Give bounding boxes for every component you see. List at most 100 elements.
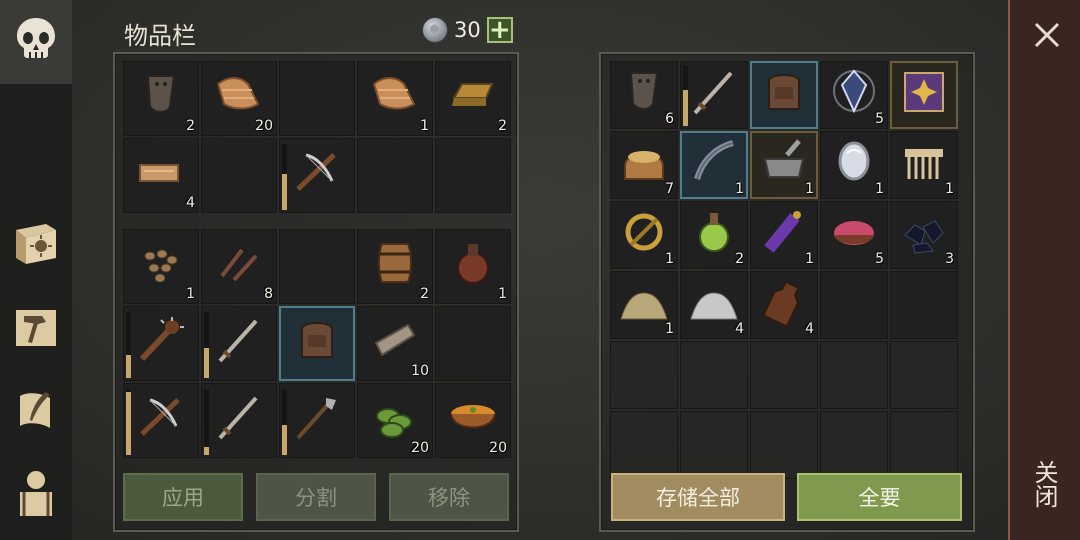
item-slot-ring[interactable]: 1 <box>610 201 678 269</box>
empty-slot[interactable] <box>750 411 818 479</box>
empty-slot[interactable] <box>680 411 748 479</box>
empty-slot[interactable] <box>201 138 277 213</box>
durability-fill <box>282 173 287 210</box>
item-slot-green-rings[interactable]: 20 <box>357 383 433 458</box>
sun-book-icon[interactable] <box>8 216 64 272</box>
scroll-quill-icon[interactable] <box>8 384 64 440</box>
remove-button[interactable]: 移除 <box>389 473 509 521</box>
item-quantity: 1 <box>665 251 674 267</box>
purple-potion-icon <box>757 205 811 263</box>
item-slot-green-potion[interactable]: 2 <box>680 201 748 269</box>
inventory-grid-bottom: 1 8 2 1 10 20 20 <box>123 229 511 458</box>
empty-slot[interactable] <box>357 138 433 213</box>
empty-slot[interactable] <box>610 411 678 479</box>
crossbow-icon <box>134 390 188 448</box>
item-slot-mirror[interactable]: 1 <box>820 131 888 199</box>
item-quantity: 20 <box>411 440 429 456</box>
item-slot-barrel[interactable]: 2 <box>357 229 433 304</box>
item-slot-sword[interactable] <box>680 61 748 129</box>
empty-slot[interactable] <box>435 306 511 381</box>
item-slot-meat-bowl[interactable]: 5 <box>820 201 888 269</box>
empty-slot[interactable] <box>890 341 958 409</box>
comb-icon <box>897 135 951 193</box>
backpack-item-icon <box>757 65 811 123</box>
item-slot-spellbook[interactable] <box>890 61 958 129</box>
item-slot-comb[interactable]: 1 <box>890 131 958 199</box>
spellbook-icon <box>897 65 951 123</box>
durability-fill <box>126 392 131 455</box>
item-slot-sword[interactable] <box>201 306 277 381</box>
item-slot-cloth-roll[interactable]: 20 <box>201 61 277 136</box>
close-panel[interactable]: 关闭 <box>1008 0 1080 540</box>
barrel-icon <box>368 236 422 294</box>
item-slot-backpack-item[interactable] <box>279 306 355 381</box>
item-slot-flask[interactable]: 1 <box>435 229 511 304</box>
coin-icon <box>422 17 448 43</box>
item-quantity: 1 <box>805 181 814 197</box>
empty-slot[interactable] <box>820 411 888 479</box>
item-slot-leather-pauldron[interactable]: 6 <box>610 61 678 129</box>
apply-button[interactable]: 应用 <box>123 473 243 521</box>
empty-slot[interactable] <box>680 341 748 409</box>
item-slot-sword[interactable] <box>201 383 277 458</box>
empty-slot[interactable] <box>610 341 678 409</box>
salt-pile-icon <box>687 275 741 333</box>
item-slot-backpack-item[interactable] <box>750 61 818 129</box>
mortar-icon <box>757 135 811 193</box>
item-quantity: 1 <box>945 181 954 197</box>
nails-icon <box>212 236 266 294</box>
currency-value: 30 <box>454 18 481 42</box>
item-slot-halberd[interactable] <box>279 383 355 458</box>
backpack-icon[interactable] <box>8 466 64 522</box>
empty-slot[interactable] <box>820 271 888 339</box>
item-slot-crystal[interactable]: 5 <box>820 61 888 129</box>
skull-icon[interactable] <box>8 12 64 68</box>
sword-icon <box>212 313 266 371</box>
item-slot-leather-pauldron[interactable]: 2 <box>123 61 199 136</box>
item-slot-mortar[interactable]: 1 <box>750 131 818 199</box>
durability-fill <box>204 447 209 455</box>
empty-slot[interactable] <box>279 61 355 136</box>
crossbow-icon <box>290 145 344 203</box>
take-all-button[interactable]: 全要 <box>797 473 962 521</box>
item-slot-sand-pile[interactable]: 1 <box>610 271 678 339</box>
green-potion-icon <box>687 205 741 263</box>
close-icon[interactable] <box>1032 20 1062 50</box>
item-slot-seeds[interactable]: 1 <box>123 229 199 304</box>
item-slot-crossbow[interactable] <box>123 383 199 458</box>
item-slot-spiked-club[interactable] <box>123 306 199 381</box>
empty-slot[interactable] <box>890 411 958 479</box>
item-slot-nails[interactable]: 8 <box>201 229 277 304</box>
durability-bar <box>204 389 209 455</box>
inventory-title: 物品栏 <box>124 22 196 50</box>
item-slot-bottle[interactable]: 4 <box>750 271 818 339</box>
empty-slot[interactable] <box>820 341 888 409</box>
sand-pile-icon <box>617 275 671 333</box>
item-slot-soup-bowl[interactable]: 20 <box>435 383 511 458</box>
item-quantity: 20 <box>255 118 273 134</box>
crystal-icon <box>827 65 881 123</box>
empty-slot[interactable] <box>750 341 818 409</box>
empty-slot[interactable] <box>279 229 355 304</box>
item-slot-cloth-roll[interactable]: 1 <box>357 61 433 136</box>
empty-slot[interactable] <box>890 271 958 339</box>
split-button[interactable]: 分割 <box>256 473 376 521</box>
folded-leather-icon <box>134 145 188 203</box>
item-quantity: 2 <box>420 286 429 302</box>
grain-sack-icon <box>617 135 671 193</box>
hammer-icon[interactable] <box>8 300 64 356</box>
item-slot-grain-sack[interactable]: 7 <box>610 131 678 199</box>
leather-pauldron-icon <box>617 65 671 123</box>
item-slot-plank[interactable]: 10 <box>357 306 433 381</box>
add-currency-button[interactable]: + <box>486 17 513 43</box>
item-slot-salt-pile[interactable]: 4 <box>680 271 748 339</box>
store-all-button[interactable]: 存储全部 <box>611 473 785 521</box>
item-slot-bow-part[interactable]: 1 <box>680 131 748 199</box>
item-slot-crossbow[interactable] <box>279 138 355 213</box>
bow-part-icon <box>687 135 741 193</box>
empty-slot[interactable] <box>435 138 511 213</box>
item-slot-purple-potion[interactable]: 1 <box>750 201 818 269</box>
item-slot-folded-leather[interactable]: 4 <box>123 138 199 213</box>
item-slot-coal[interactable]: 3 <box>890 201 958 269</box>
item-slot-ingot[interactable]: 2 <box>435 61 511 136</box>
